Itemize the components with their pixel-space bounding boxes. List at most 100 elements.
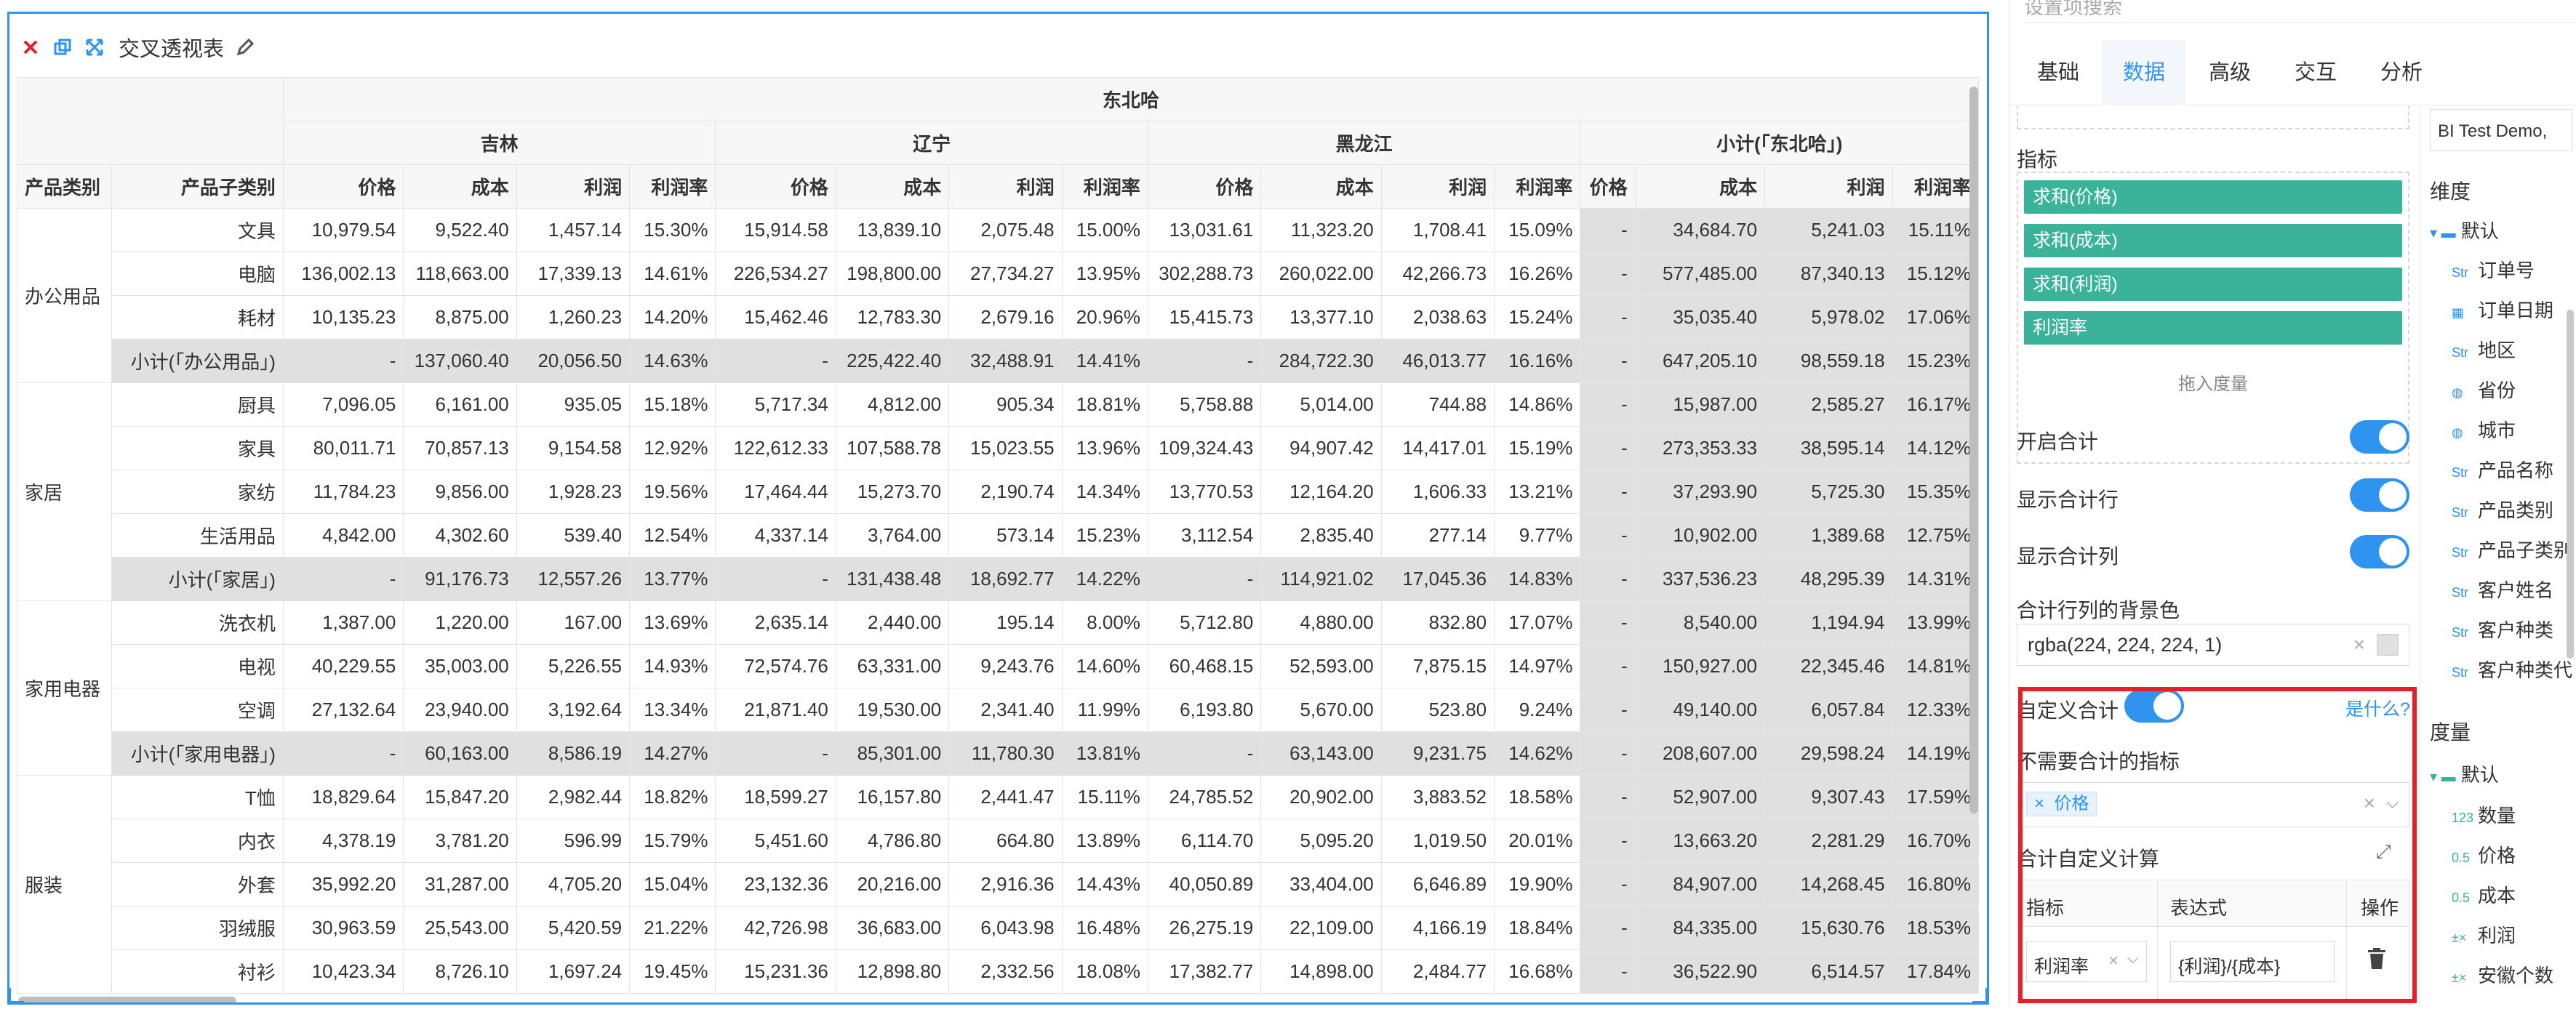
bg-color-input[interactable]: rgba(224, 224, 224, 1) × (2017, 624, 2409, 666)
dimension-field[interactable]: ◍ 城市 (2452, 416, 2516, 443)
value-cell: 70,857.13 (403, 426, 517, 470)
value-cell: 14.19% (1892, 731, 1979, 776)
vertical-scrollbar[interactable] (1969, 87, 1978, 813)
value-cell: 15.30% (629, 208, 716, 252)
dimension-field[interactable]: Str 产品子类别 (2452, 536, 2572, 563)
value-cell: 26,275.19 (1147, 906, 1262, 950)
toggle-total[interactable] (2350, 420, 2409, 454)
dimension-field[interactable]: Str 产品类别 (2452, 496, 2553, 523)
resize-corner-icon[interactable] (1972, 988, 1987, 1002)
measure-pill[interactable]: 求和(成本) (2024, 224, 2402, 257)
value-cell: 19,530.00 (835, 688, 950, 732)
tab-basic[interactable]: 基础 (2017, 40, 2100, 105)
clear-icon[interactable]: × (2353, 624, 2365, 665)
table-row: 家具 80,011.71 70,857.13 9,154.58 12.92% 122,61… (17, 426, 1979, 470)
measure-drop-zone[interactable]: 求和(价格) 求和(成本) 求和(利润) 利润率 拖入度量 (2017, 172, 2409, 464)
value-cell: 14.63% (629, 339, 716, 383)
value-cell: 13.34% (629, 688, 716, 732)
row-dim-header: 产品类别 (17, 164, 113, 209)
value-cell: 36,522.90 (1634, 949, 1766, 994)
value-cell: - (1580, 862, 1636, 907)
measure-field[interactable]: 0.5 价格 (2452, 841, 2516, 868)
dimension-field[interactable]: Str 地区 (2452, 336, 2516, 363)
measure-field[interactable]: 123 数量 (2452, 801, 2516, 828)
measure-pill[interactable]: 求和(价格) (2024, 180, 2402, 214)
toggle-total-row[interactable] (2350, 478, 2409, 512)
dimension-field[interactable]: Str 客户种类 (2452, 616, 2553, 643)
value-cell: 2,440.00 (835, 600, 950, 645)
tab-data[interactable]: 数据 (2103, 40, 2186, 105)
value-cell: 15.09% (1494, 208, 1581, 252)
measure-field[interactable]: 0.5 成本 (2452, 881, 2516, 908)
value-cell: 3,764.00 (835, 513, 950, 558)
value-cell: 19.45% (629, 949, 716, 994)
tab-advanced[interactable]: 高级 (2188, 40, 2271, 105)
settings-search-input[interactable]: 设置项搜索 (2024, 0, 2576, 23)
table-row: 办公用品 文具 10,979.54 9,522.40 1,457.14 15.30% 15,… (17, 208, 1979, 383)
table-row: 耗材 10,135.23 8,875.00 1,260.23 14.20% 15,462.… (17, 295, 1979, 339)
close-icon[interactable] (18, 35, 43, 60)
geo-type-icon: ◍ (2452, 385, 2463, 400)
field-scrollbar[interactable] (2567, 310, 2574, 659)
value-cell: 195.14 (948, 600, 1063, 645)
measure-pill[interactable]: 利润率 (2024, 311, 2402, 345)
value-cell: - (1580, 906, 1636, 950)
tab-analysis[interactable]: 分析 (2360, 40, 2443, 105)
copy-icon[interactable] (50, 35, 75, 60)
dimension-folder[interactable]: ▾ ▬ 默认 (2430, 217, 2499, 244)
date-type-icon: ▦ (2452, 305, 2465, 320)
value-cell: 7,875.15 (1380, 644, 1495, 688)
tab-interaction[interactable]: 交互 (2274, 40, 2357, 105)
dimension-drop-zone[interactable] (2017, 106, 2409, 129)
horizontal-scrollbar[interactable] (18, 997, 236, 1002)
value-cell: 114,921.02 (1260, 557, 1382, 601)
metric-header: 成本 (1260, 164, 1382, 209)
value-cell: - (1580, 688, 1636, 732)
value-cell: 15.79% (629, 819, 716, 863)
value-cell: - (1580, 600, 1636, 645)
region-header: 东北哈 (282, 77, 1979, 121)
value-cell: 2,484.77 (1380, 949, 1495, 994)
toggle-total-col[interactable] (2350, 535, 2409, 568)
value-cell: 63,331.00 (835, 644, 950, 688)
value-cell: 14.27% (629, 731, 716, 776)
province-header: 辽宁 (715, 121, 1148, 165)
subtotal-row: 小计(「家用电器」) -60,163.00 8,586.19 14.27% -85,30… (17, 731, 1979, 776)
value-cell: 8,540.00 (1634, 600, 1766, 645)
dimension-field[interactable]: Str 客户姓名 (2452, 576, 2553, 603)
value-cell: 4,786.80 (835, 819, 950, 863)
field-label: 订单号 (2478, 260, 2535, 281)
value-cell: 46,013.77 (1380, 339, 1495, 383)
value-cell: 84,907.00 (1634, 862, 1766, 907)
measure-field[interactable]: ±× 利润 (2452, 921, 2516, 948)
value-cell: 13.89% (1061, 819, 1148, 863)
measure-folder[interactable]: ▾ ▬ 默认 (2430, 760, 2499, 787)
value-cell: 15.23% (1061, 513, 1148, 558)
dimension-field[interactable]: Str 客户种类代 (2452, 656, 2572, 683)
measure-field[interactable]: ±× 安徽个数 (2452, 961, 2553, 988)
metric-header: 成本 (1634, 164, 1766, 209)
value-cell: 10,902.00 (1634, 513, 1766, 558)
resize-corner-icon[interactable] (9, 988, 24, 1002)
value-cell: 573.14 (948, 513, 1063, 558)
value-cell: 1,220.00 (403, 600, 517, 645)
expand-icon[interactable] (82, 35, 107, 60)
dataset-select[interactable]: BI Test Demo, (2430, 109, 2572, 151)
value-cell: 19.90% (1494, 862, 1581, 907)
calc-field-icon: ±× (2452, 970, 2467, 985)
value-cell: 131,438.48 (835, 557, 950, 601)
dimension-field[interactable]: Str 订单号 (2452, 256, 2535, 283)
value-cell: 17.59% (1892, 775, 1979, 819)
measure-pill[interactable]: 求和(利润) (2024, 268, 2402, 301)
value-cell: 18.53% (1892, 906, 1979, 950)
value-cell: 20,902.00 (1260, 775, 1382, 819)
edit-pencil-icon[interactable] (233, 35, 257, 60)
value-cell: 9.24% (1494, 688, 1581, 732)
pivot-table-container[interactable]: 东北哈 吉林 辽宁 黑龙江 小计(「东北哈」) 产品类别 产品子类别 价格 成本… (17, 77, 1979, 999)
dimension-field[interactable]: Str 产品名称 (2452, 456, 2553, 483)
dimension-field[interactable]: ◍ 省份 (2452, 376, 2516, 403)
value-cell: - (1580, 644, 1636, 688)
color-swatch[interactable] (2377, 634, 2399, 656)
field-label: 省份 (2478, 379, 2516, 401)
dimension-field[interactable]: ▦ 订单日期 (2452, 296, 2553, 323)
